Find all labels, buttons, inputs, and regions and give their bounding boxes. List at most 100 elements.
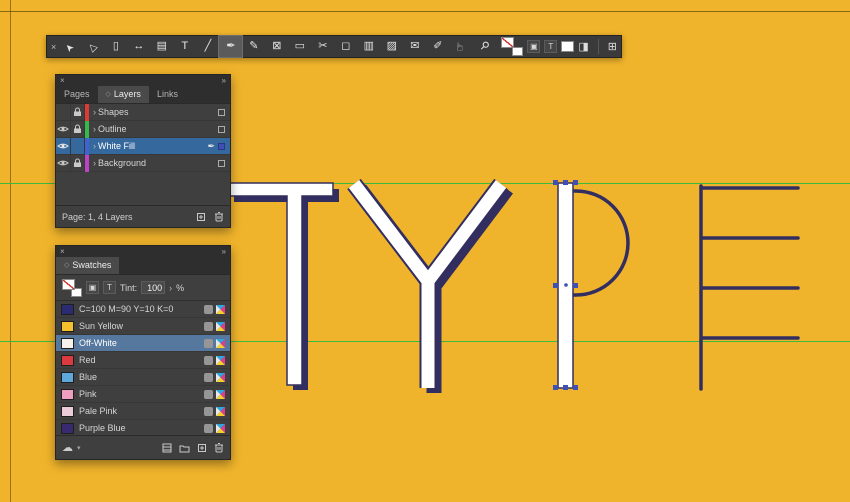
fill-swatch-none[interactable] [62, 278, 75, 290]
visibility-toggle[interactable] [56, 137, 71, 155]
tool-glyph: ▥ [363, 40, 375, 52]
expander-icon[interactable]: › [93, 141, 96, 151]
cmyk-icon [216, 372, 225, 382]
tint-unit: % [176, 282, 185, 293]
formatting-affects-container-button[interactable]: ▣ [86, 281, 99, 294]
tool-glyph: ▯ [112, 40, 119, 52]
type-tool[interactable]: T [173, 36, 196, 57]
target-square[interactable] [218, 125, 225, 133]
trash-icon[interactable] [214, 442, 224, 453]
zoom-tool[interactable]: ⚲ [472, 36, 495, 57]
tab-drag-icon: ◇ [64, 262, 70, 269]
lock-icon[interactable] [71, 103, 85, 121]
collapse-panel-icon[interactable]: » [222, 247, 226, 256]
tint-dropdown-icon[interactable]: › [169, 283, 172, 293]
expander-icon[interactable]: › [93, 158, 96, 168]
layer-row-background[interactable]: › Background [56, 154, 230, 172]
content-collector-tool[interactable]: ▤ [150, 36, 173, 57]
panel-end-button[interactable]: ⊞ [608, 40, 617, 53]
new-layer-icon[interactable] [196, 212, 206, 222]
close-icon[interactable]: × [60, 76, 65, 85]
visibility-toggle[interactable] [56, 154, 71, 172]
swatch-row[interactable]: Off-White [56, 335, 230, 352]
direct-selection-tool[interactable]: ▷ [81, 36, 104, 57]
tab-layers[interactable]: ◇ Layers [97, 86, 149, 103]
line-tool[interactable]: ╱ [196, 36, 219, 57]
trash-icon[interactable] [214, 211, 224, 222]
formatting-affects-text-button[interactable]: T [544, 40, 558, 53]
tab-pages[interactable]: Pages [56, 86, 98, 103]
fill-swatch-none[interactable] [501, 37, 515, 48]
swatch-row[interactable]: C=100 M=90 Y=10 K=0 [56, 301, 230, 318]
letter-T[interactable] [227, 182, 339, 390]
swatch-name: Pale Pink [79, 406, 118, 416]
swatch-views-icon[interactable] [162, 443, 172, 453]
stroke-swatch[interactable] [512, 47, 524, 56]
expander-icon[interactable]: › [93, 124, 96, 134]
new-swatch-icon[interactable] [197, 443, 207, 453]
pencil-tool[interactable]: ✎ [242, 36, 265, 57]
close-icon[interactable]: × [60, 247, 65, 256]
free-transform-tool[interactable]: ◻ [334, 36, 357, 57]
collapse-panel-icon[interactable]: » [222, 76, 226, 85]
visibility-toggle[interactable] [56, 120, 71, 138]
apply-color-button[interactable] [561, 41, 575, 52]
layer-name: Background [98, 158, 147, 168]
lock-toggle-empty[interactable] [71, 137, 85, 155]
tool-glyph: ▤ [156, 40, 168, 52]
close-icon[interactable]: × [51, 42, 56, 52]
swatch-row[interactable]: Pale Pink [56, 403, 230, 420]
swatch-row[interactable]: Pink [56, 386, 230, 403]
tint-input[interactable]: 100 [141, 281, 166, 294]
fill-stroke-proxy[interactable] [62, 278, 82, 297]
hand-tool[interactable]: ☞ [449, 36, 472, 57]
swatch-name: Red [79, 355, 96, 365]
target-square-selected[interactable] [218, 142, 225, 150]
eyedropper-tool[interactable]: ✐ [426, 36, 449, 57]
new-color-group-icon[interactable] [179, 443, 190, 453]
swatch-shared-icon [204, 355, 213, 365]
tab-swatches[interactable]: ◇ Swatches [56, 257, 120, 274]
swatch-row[interactable]: Purple Blue [56, 420, 230, 435]
pen-tool[interactable]: ✒ [218, 35, 244, 58]
tool-glyph: ✉ [410, 40, 420, 52]
letter-P[interactable] [553, 180, 630, 390]
swatches-panel: × » ◇ Swatches ▣ T Tint: 100 › % C=100 M… [55, 245, 231, 460]
letter-Y[interactable] [347, 178, 513, 393]
layer-row-white-fill[interactable]: › White Fill ✒ [56, 137, 230, 155]
gap-tool[interactable]: ↔ [127, 36, 150, 57]
letter-E[interactable] [699, 184, 800, 391]
note-tool[interactable]: ✉ [403, 36, 426, 57]
swatch-row[interactable]: Red [56, 352, 230, 369]
rectangle-frame-tool[interactable]: ⊠ [265, 36, 288, 57]
fill-stroke-proxy[interactable] [501, 37, 524, 56]
page-tool[interactable]: ▯ [104, 36, 127, 57]
swatch-color-chip [61, 422, 74, 434]
formatting-affects-container-button[interactable]: ▣ [527, 40, 541, 53]
lock-icon[interactable] [71, 154, 85, 172]
layer-row-outline[interactable]: › Outline [56, 120, 230, 138]
tab-links[interactable]: Links [149, 86, 186, 103]
screen-mode-button[interactable]: ◨ [578, 40, 588, 53]
gradient-feather-tool[interactable]: ▨ [380, 36, 403, 57]
target-square[interactable] [218, 108, 225, 116]
cc-libraries-icon[interactable]: ☁ [62, 441, 73, 454]
cmyk-icon [216, 389, 225, 399]
target-square[interactable] [218, 159, 225, 167]
formatting-affects-text-button[interactable]: T [103, 281, 116, 294]
selection-tool[interactable]: ➤ [58, 36, 81, 57]
lock-icon[interactable] [71, 120, 85, 138]
visibility-toggle[interactable] [56, 103, 71, 121]
swatches-controls: ▣ T Tint: 100 › % [56, 275, 230, 301]
swatch-shared-icon [204, 372, 213, 382]
swatch-row[interactable]: Sun Yellow [56, 318, 230, 335]
swatch-row[interactable]: Blue [56, 369, 230, 386]
gradient-swatch-tool[interactable]: ▥ [357, 36, 380, 57]
rectangle-tool[interactable]: ▭ [288, 36, 311, 57]
expander-icon[interactable]: › [93, 107, 96, 117]
swatch-name: Blue [79, 372, 98, 382]
tool-glyph: ✂ [318, 40, 328, 52]
scissors-tool[interactable]: ✂ [311, 36, 334, 57]
layer-row-shapes[interactable]: › Shapes [56, 103, 230, 121]
swatch-color-chip [61, 337, 74, 349]
